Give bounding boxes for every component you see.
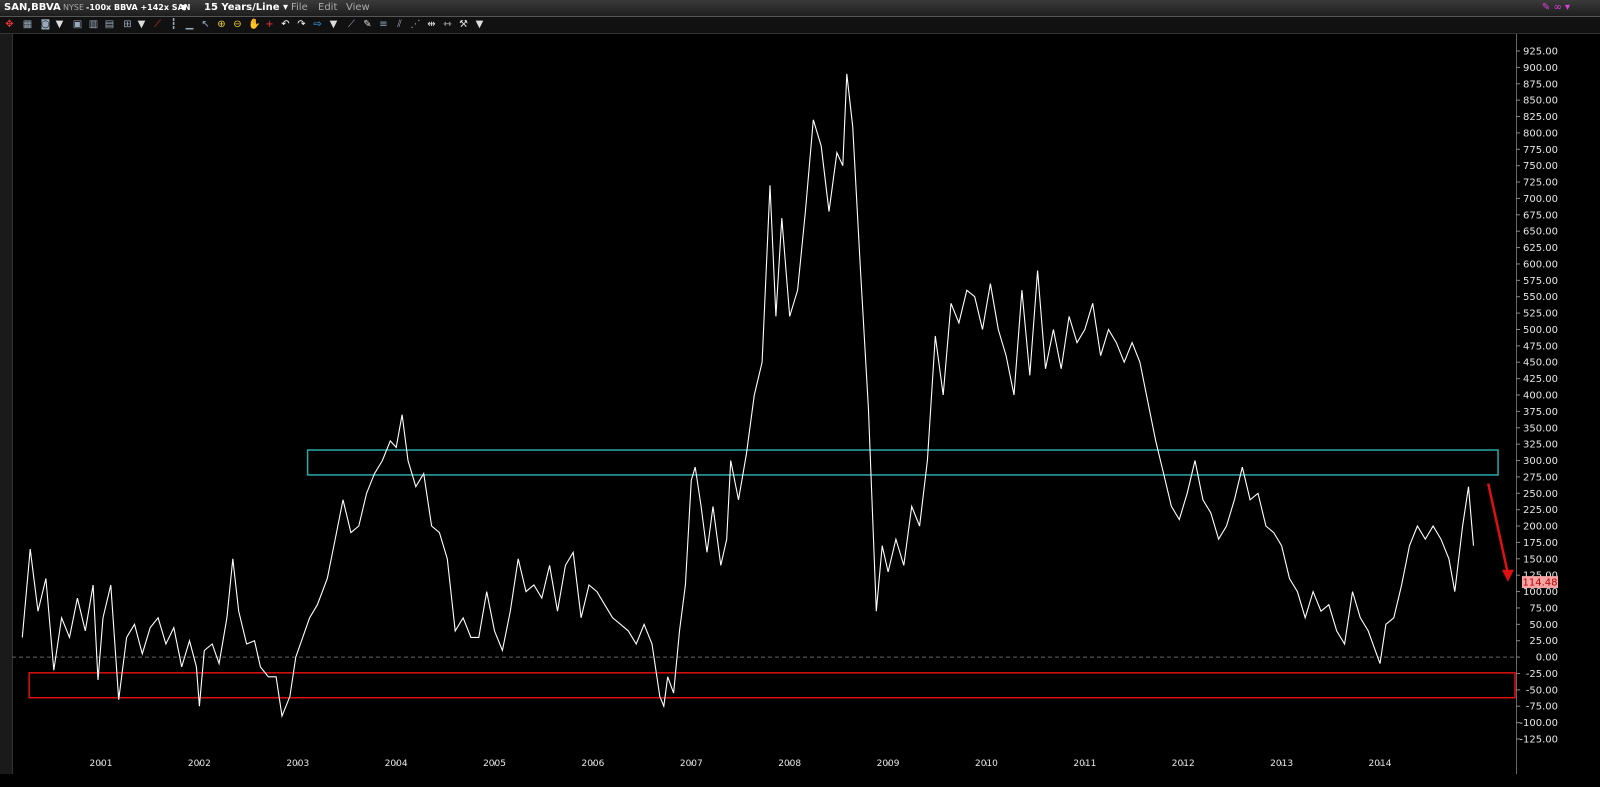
y-tick-label: 575.00	[1523, 276, 1558, 287]
last-value-label: 114.48	[1523, 578, 1558, 589]
y-tick-label: -100.00	[1519, 718, 1558, 729]
y-tick-label: 75.00	[1529, 603, 1558, 614]
y-tick-label: 200.00	[1523, 522, 1558, 533]
y-tick-label: 750.00	[1523, 161, 1558, 172]
last-value-layer: 114.48	[1522, 576, 1558, 589]
y-tick-label: 100.00	[1523, 587, 1558, 598]
y-tick-label: 675.00	[1523, 210, 1558, 221]
y-tick-label: -25.00	[1526, 669, 1558, 680]
y-tick-label: 375.00	[1523, 407, 1558, 418]
y-tick-label: 475.00	[1523, 341, 1558, 352]
y-tick-label: 400.00	[1523, 391, 1558, 402]
y-axis-labels: 925.00 900.00 875.00 850.00 825.00 800.00 775.…	[1516, 47, 1558, 746]
y-tick-label: 900.00	[1523, 63, 1558, 74]
y-tick-label: -50.00	[1526, 685, 1558, 696]
series-line-layer	[21, 73, 1475, 719]
x-tick-label: 2005	[483, 759, 506, 769]
y-tick-label: 425.00	[1523, 374, 1558, 385]
y-tick-label: 600.00	[1523, 259, 1558, 270]
y-tick-label: 450.00	[1523, 358, 1558, 369]
y-tick-label: 150.00	[1523, 554, 1558, 565]
y-tick-label: 175.00	[1523, 538, 1558, 549]
y-tick-label: 225.00	[1523, 505, 1558, 516]
x-tick-label: 2011	[1073, 759, 1096, 769]
y-tick-label: 925.00	[1523, 47, 1558, 58]
annotation-arrow-head	[1501, 569, 1514, 582]
y-tick-label: 25.00	[1529, 636, 1558, 647]
y-tick-label: 525.00	[1523, 309, 1558, 320]
y-tick-label: 800.00	[1523, 128, 1558, 139]
x-tick-label: 2012	[1172, 759, 1195, 769]
x-tick-label: 2003	[286, 759, 309, 769]
y-tick-label: 350.00	[1523, 423, 1558, 434]
y-tick-label: 650.00	[1523, 227, 1558, 238]
y-tick-label: 250.00	[1523, 489, 1558, 500]
y-tick-label: 550.00	[1523, 292, 1558, 303]
y-tick-label: 50.00	[1529, 620, 1558, 631]
y-tick-label: -125.00	[1519, 735, 1558, 746]
price-chart[interactable]: 925.00 900.00 875.00 850.00 825.00 800.00 775.…	[0, 0, 1600, 787]
y-tick-label: 825.00	[1523, 112, 1558, 123]
x-tick-label: 2007	[680, 759, 703, 769]
y-tick-label: 700.00	[1523, 194, 1558, 205]
y-tick-label: 850.00	[1523, 96, 1558, 107]
x-tick-label: 2001	[90, 759, 113, 769]
x-tick-label: 2014	[1369, 759, 1392, 769]
y-tick-label: 725.00	[1523, 178, 1558, 189]
x-tick-label: 2013	[1270, 759, 1293, 769]
annotation-rect-1	[28, 672, 1516, 699]
y-tick-label: 500.00	[1523, 325, 1558, 336]
y-tick-label: 625.00	[1523, 243, 1558, 254]
y-tick-label: 875.00	[1523, 79, 1558, 90]
x-axis-labels: 2001 2002 2003 2004 2005 2006 2007 2008 2009 2010…	[90, 759, 1392, 769]
y-tick-label: -75.00	[1526, 702, 1558, 713]
y-tick-label: 275.00	[1523, 472, 1558, 483]
x-tick-label: 2009	[877, 759, 900, 769]
y-tick-label: 0.00	[1536, 653, 1558, 664]
x-tick-label: 2008	[778, 759, 801, 769]
series-line-0	[21, 73, 1475, 719]
x-tick-label: 2010	[975, 759, 998, 769]
x-tick-label: 2004	[385, 759, 408, 769]
annotation-arrow-shaft	[1487, 483, 1510, 575]
y-tick-label: 775.00	[1523, 145, 1558, 156]
y-tick-label: 325.00	[1523, 440, 1558, 451]
x-tick-label: 2006	[581, 759, 604, 769]
x-tick-label: 2002	[188, 759, 211, 769]
y-tick-label: 300.00	[1523, 456, 1558, 467]
annotation-rect-0	[306, 449, 1499, 476]
annotations-layer	[28, 449, 1516, 699]
